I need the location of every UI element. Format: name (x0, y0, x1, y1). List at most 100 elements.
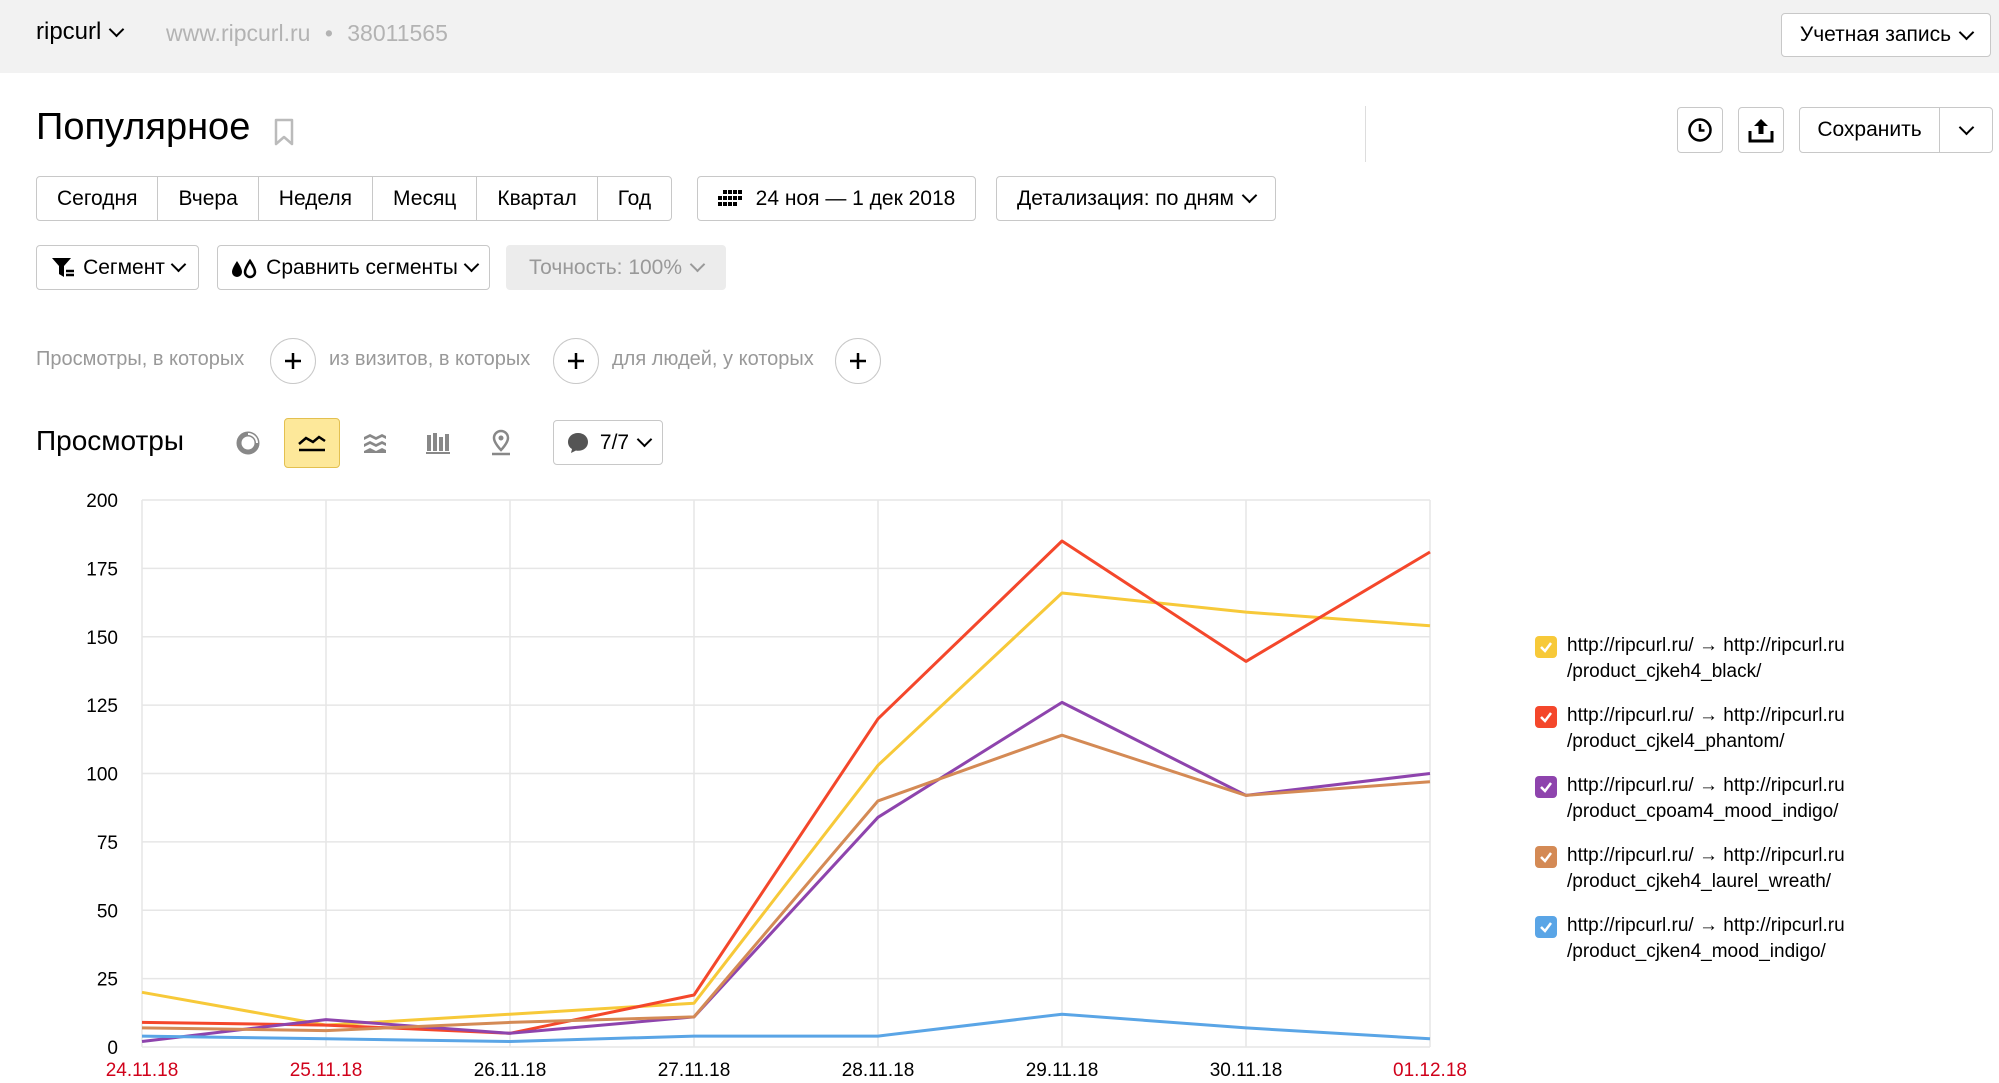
top-bar: ripcurl www.ripcurl.ru • 38011565 Учетна… (0, 0, 1999, 73)
series-line-3 (141, 700, 1431, 1043)
legend-label: http://ripcurl.ru/ → http://ripcurl.ru/p… (1567, 635, 1845, 682)
chevron-down-icon (463, 256, 480, 273)
history-button[interactable] (1677, 107, 1723, 153)
compare-segments-button[interactable]: Сравнить сегменты (217, 245, 490, 290)
detail-dropdown[interactable]: Детализация: по дням (996, 176, 1276, 221)
site-selector[interactable]: ripcurl (36, 18, 125, 46)
calendar-icon (717, 189, 742, 206)
comment-icon (567, 432, 588, 453)
drops-icon (232, 258, 257, 278)
save-button-group: Сохранить (1799, 107, 1993, 153)
y-tick-label: 0 (107, 1038, 118, 1059)
checkbox-checked-icon[interactable] (1535, 706, 1557, 728)
line-chart-view-button[interactable] (284, 418, 340, 468)
counter-id: 38011565 (347, 20, 448, 46)
legend-item[interactable]: http://ripcurl.ru/ → http://ripcurl.ru/p… (1535, 703, 1955, 755)
page-title: Популярное (36, 106, 251, 148)
period-month[interactable]: Месяц (373, 177, 478, 220)
bar-chart-icon (426, 433, 450, 454)
pie-chart-icon (236, 431, 260, 455)
separator-dot: • (324, 20, 333, 46)
compare-label: Сравнить сегменты (266, 255, 458, 279)
x-tick-label: 24.11.18 (106, 1060, 179, 1081)
series-line-2 (141, 539, 1431, 1035)
period-selector: Сегодня Вчера Неделя Месяц Квартал Год (36, 176, 673, 221)
legend-item[interactable]: http://ripcurl.ru/ → http://ripcurl.ru/p… (1535, 773, 1955, 825)
filter-visits-label: из визитов, в которых (329, 348, 531, 370)
chevron-down-icon (1241, 187, 1258, 204)
chart-legend: http://ripcurl.ru/ → http://ripcurl.ru/p… (1535, 633, 1955, 983)
y-tick-label: 125 (86, 696, 118, 717)
chevron-down-icon (1958, 24, 1975, 40)
bar-chart-view-button[interactable] (410, 418, 466, 468)
chevron-down-icon (636, 431, 653, 448)
map-pin-icon (492, 429, 510, 456)
checkbox-checked-icon[interactable] (1535, 636, 1557, 658)
x-tick-label: 26.11.18 (474, 1060, 547, 1081)
metric-title: Просмотры (36, 425, 184, 456)
y-tick-label: 25 (97, 970, 118, 991)
segment-button[interactable]: Сегмент (36, 245, 199, 290)
header-divider (1365, 106, 1366, 162)
series-line-1 (141, 591, 1431, 1027)
y-tick-label: 200 (86, 491, 118, 512)
clock-icon (1688, 118, 1712, 142)
checkbox-checked-icon[interactable] (1535, 846, 1557, 868)
x-tick-label: 27.11.18 (658, 1060, 731, 1081)
checkbox-checked-icon[interactable] (1535, 916, 1557, 938)
legend-label: http://ripcurl.ru/ → http://ripcurl.ru/p… (1567, 705, 1845, 752)
add-people-filter-button[interactable] (835, 338, 881, 384)
export-button[interactable] (1738, 107, 1784, 153)
site-name: ripcurl (36, 18, 102, 45)
filter-icon (52, 257, 75, 277)
add-visits-filter-button[interactable] (553, 338, 599, 384)
period-quarter[interactable]: Квартал (477, 177, 598, 220)
chevron-down-icon (170, 256, 187, 273)
chevron-down-icon (689, 256, 706, 273)
legend-label: http://ripcurl.ru/ → http://ripcurl.ru/p… (1567, 775, 1845, 822)
filter-views-label: Просмотры, в которых (36, 348, 245, 370)
y-tick-label: 150 (86, 628, 118, 649)
date-range-label: 24 ноя — 1 дек 2018 (755, 186, 956, 210)
pie-chart-view-button[interactable] (220, 418, 276, 468)
y-tick-label: 75 (97, 833, 118, 854)
map-view-button[interactable] (473, 418, 529, 468)
account-button[interactable]: Учетная запись (1781, 13, 1991, 57)
legend-label: http://ripcurl.ru/ → http://ripcurl.ru/p… (1567, 845, 1845, 892)
add-views-filter-button[interactable] (270, 338, 316, 384)
plus-icon (568, 353, 584, 369)
views-line-chart: 0 25 50 75 100 125 150 175 200 24.11.18 25.11.18 26… (86, 491, 1467, 1081)
date-range-button[interactable]: 24 ноя — 1 дек 2018 (697, 176, 976, 221)
series-count: 7/7 (599, 430, 630, 454)
precision-dropdown[interactable]: Точность: 100% (506, 245, 726, 290)
upload-icon (1748, 119, 1774, 143)
area-chart-view-button[interactable] (347, 418, 403, 468)
chevron-down-icon (1958, 119, 1974, 135)
checkbox-checked-icon[interactable] (1535, 776, 1557, 798)
area-chart-icon (364, 434, 386, 453)
save-options-button[interactable] (1940, 108, 1992, 152)
detail-label: Детализация: по дням (1017, 186, 1234, 210)
plus-icon (850, 353, 866, 369)
chevron-down-icon (109, 21, 125, 37)
y-tick-label: 50 (97, 901, 118, 922)
period-week[interactable]: Неделя (259, 177, 374, 220)
x-tick-label: 01.12.18 (1393, 1060, 1467, 1081)
segment-label: Сегмент (83, 255, 165, 279)
plus-icon (285, 353, 301, 369)
legend-item[interactable]: http://ripcurl.ru/ → http://ripcurl.ru/p… (1535, 843, 1955, 895)
account-label: Учетная запись (1799, 23, 1952, 46)
period-today[interactable]: Сегодня (37, 177, 159, 220)
save-button[interactable]: Сохранить (1800, 108, 1940, 152)
period-yesterday[interactable]: Вчера (158, 177, 259, 220)
bookmark-icon[interactable] (274, 118, 294, 146)
legend-item[interactable]: http://ripcurl.ru/ → http://ripcurl.ru/p… (1535, 913, 1955, 965)
site-url: www.ripcurl.ru (166, 20, 311, 46)
y-tick-label: 175 (86, 559, 118, 580)
series-line-5 (141, 1012, 1431, 1043)
legend-item[interactable]: http://ripcurl.ru/ → http://ripcurl.ru/p… (1535, 633, 1955, 685)
filter-people-label: для людей, у которых (612, 348, 814, 370)
x-tick-label: 25.11.18 (290, 1060, 363, 1081)
series-selector[interactable]: 7/7 (553, 420, 663, 465)
period-year[interactable]: Год (598, 177, 671, 220)
